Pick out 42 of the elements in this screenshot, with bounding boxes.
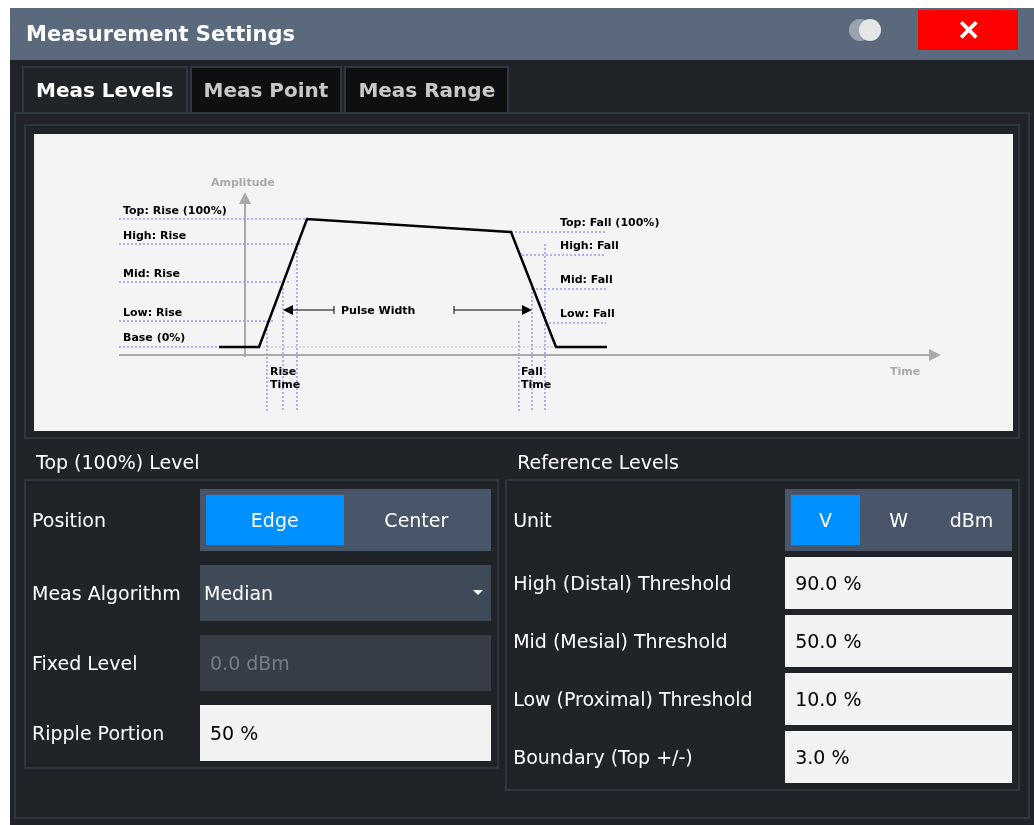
field-label: High (Distal) Threshold xyxy=(513,572,733,594)
segment-option[interactable]: dBm xyxy=(937,495,1006,545)
field-label: Unit xyxy=(513,509,553,531)
level-label: Top: Fall (100%) xyxy=(560,216,660,229)
group-title: Top (100%) Level xyxy=(35,450,201,475)
close-button[interactable]: ✕ xyxy=(918,10,1018,50)
input-field[interactable]: 50.0 % xyxy=(785,615,1012,667)
fall-time-label: Time xyxy=(521,378,552,391)
rise-time-label: Time xyxy=(270,378,301,391)
fall-time-label: Fall xyxy=(521,365,543,378)
level-label: Base (0%) xyxy=(123,331,186,344)
level-label: High: Fall xyxy=(560,239,619,252)
field-label: Low (Proximal) Threshold xyxy=(513,688,754,710)
tab[interactable]: Meas Point xyxy=(189,66,343,112)
segment-option[interactable]: W xyxy=(864,495,934,545)
level-label: Low: Fall xyxy=(560,307,615,320)
field-label: Meas Algorithm xyxy=(32,582,182,604)
level-label: Mid: Rise xyxy=(123,267,181,280)
tab[interactable]: Meas Range xyxy=(344,66,510,112)
input-field[interactable]: 3.0 % xyxy=(785,731,1012,783)
input-field[interactable]: 10.0 % xyxy=(785,673,1012,725)
pulse-width-label: Pulse Width xyxy=(341,304,416,317)
level-label: Mid: Fall xyxy=(560,273,613,286)
level-label: High: Rise xyxy=(123,229,187,242)
axis-label: Amplitude xyxy=(211,176,275,189)
field-label: Position xyxy=(32,509,107,531)
tab[interactable]: Meas Levels xyxy=(22,66,188,112)
segment-option[interactable]: Center xyxy=(347,495,486,545)
field-label: Fixed Level xyxy=(32,652,139,674)
field-label: Boundary (Top +/-) xyxy=(513,746,694,768)
input-field[interactable]: 90.0 % xyxy=(785,557,1012,609)
dropdown-value: Median xyxy=(204,582,275,604)
group-title: Reference Levels xyxy=(516,450,680,475)
window-title: Measurement Settings xyxy=(26,22,296,46)
field-label: Mid (Mesial) Threshold xyxy=(513,630,729,652)
axis-label: Time xyxy=(890,365,921,378)
field-label: Ripple Portion xyxy=(32,722,166,744)
level-label: Low: Rise xyxy=(123,306,183,319)
dropdown[interactable]: Median xyxy=(200,565,492,621)
level-label: Top: Rise (100%) xyxy=(123,204,227,217)
input-field[interactable]: 50 % xyxy=(200,705,492,761)
rise-time-label: Rise xyxy=(270,365,297,378)
